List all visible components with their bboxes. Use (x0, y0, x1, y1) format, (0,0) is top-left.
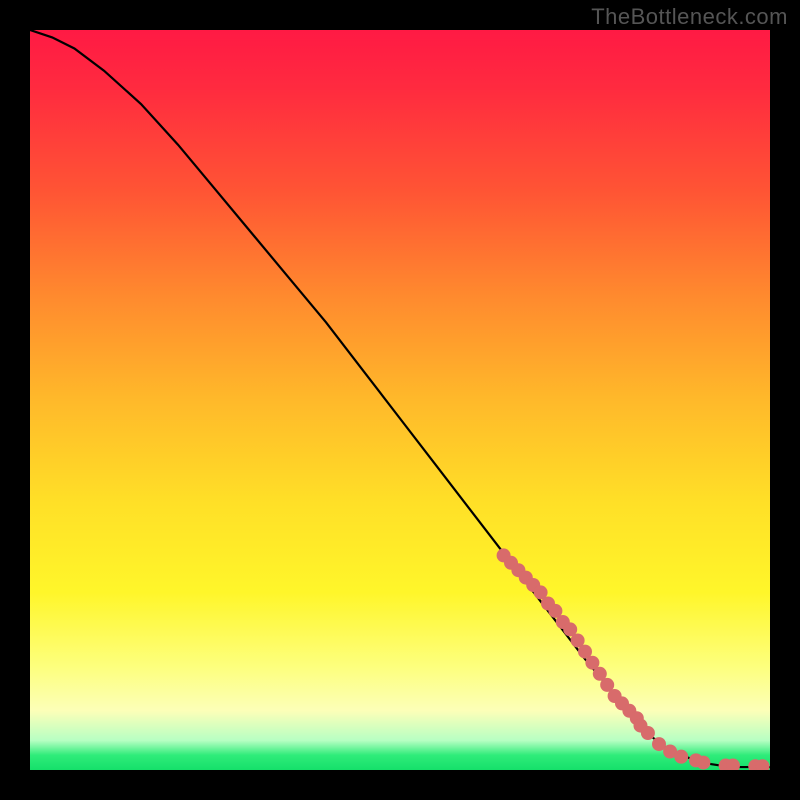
chart-overlay (30, 30, 770, 770)
data-point (641, 726, 655, 740)
chart-frame: TheBottleneck.com (0, 0, 800, 800)
plot-area (30, 30, 770, 770)
data-point (674, 750, 688, 764)
curve-line (30, 30, 770, 767)
watermark-text: TheBottleneck.com (591, 4, 788, 30)
data-points (497, 548, 770, 770)
data-point (696, 756, 710, 770)
